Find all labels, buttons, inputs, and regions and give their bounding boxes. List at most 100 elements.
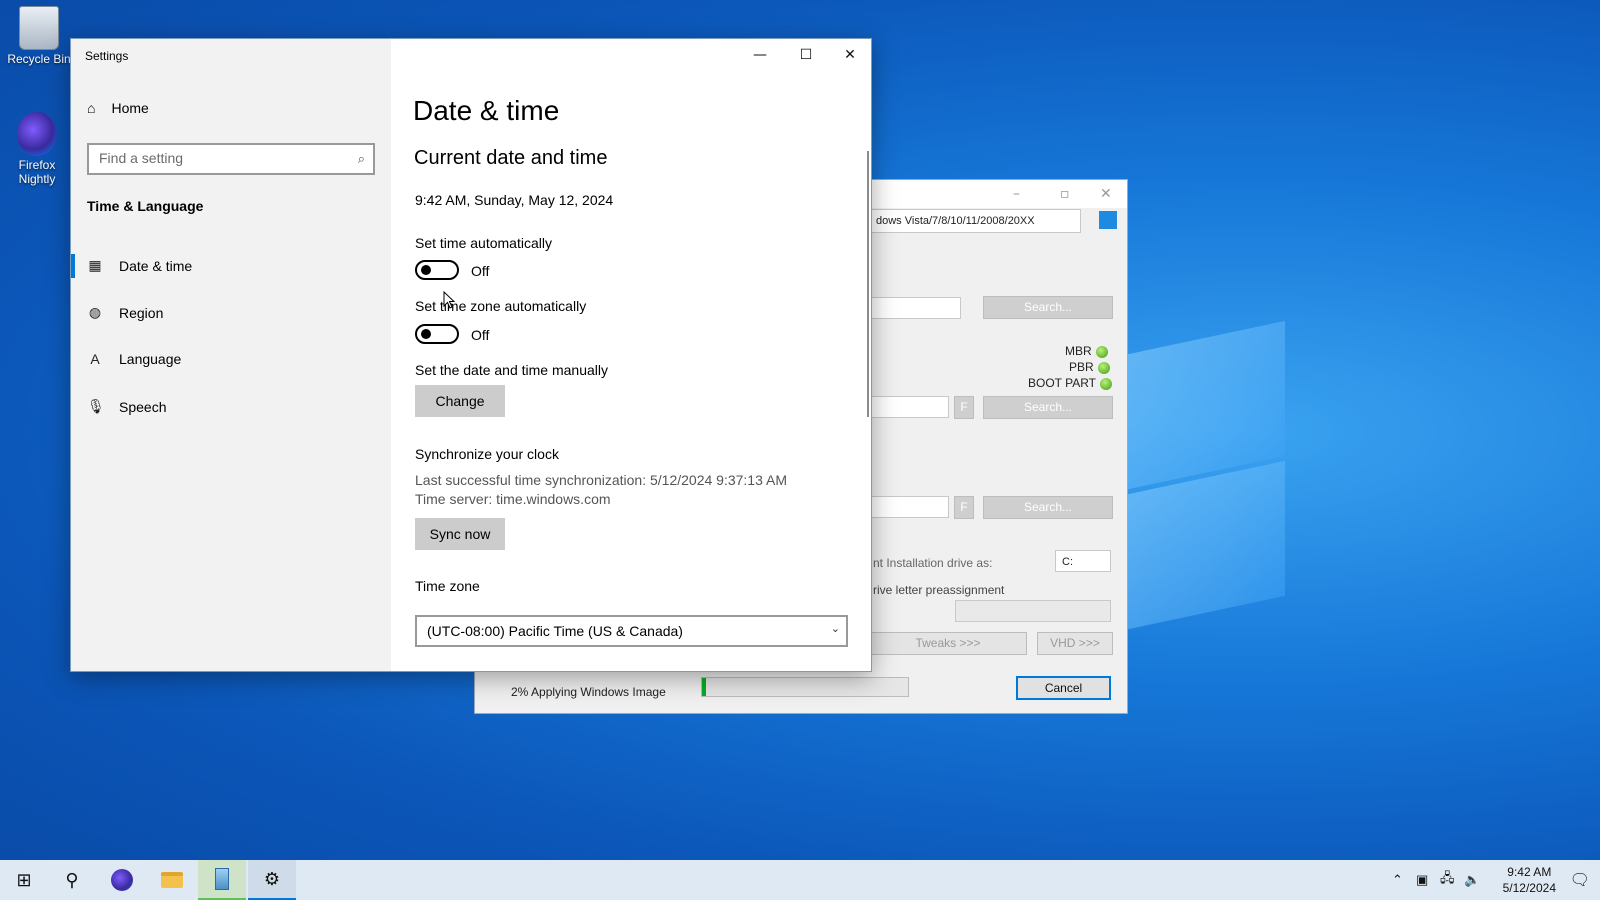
nav-item-label: Region <box>119 304 164 321</box>
desktop-icon-label: Recycle Bin <box>7 52 71 66</box>
tray-network[interactable]: 🖧 <box>1440 860 1455 900</box>
set-time-auto-state: Off <box>471 263 490 279</box>
calendar-clock-icon: ▦ <box>88 257 102 273</box>
nav-item-language[interactable]: A Language <box>87 351 181 367</box>
microphone-icon: 🎙 <box>87 398 105 414</box>
timezone-label: Time zone <box>415 578 480 594</box>
boot-part-label: BOOT PART <box>1028 376 1113 390</box>
taskbar-clock[interactable]: 9:42 AM 5/12/2024 <box>1503 864 1556 896</box>
sync-title: Synchronize your clock <box>415 446 559 462</box>
boot-part-status-icon <box>1100 377 1113 390</box>
drive-letter-select[interactable]: C: <box>1055 550 1111 572</box>
search-button-1[interactable]: Search... <box>983 296 1113 319</box>
taskbar-file-explorer[interactable] <box>148 860 196 900</box>
desktop-icon-recycle-bin[interactable]: Recycle Bin <box>2 6 76 66</box>
mbr-status-icon <box>1095 345 1108 358</box>
volume-muted-icon: 🔈 <box>1464 872 1481 887</box>
installer-cancel-button[interactable]: Cancel <box>1016 676 1111 700</box>
search-button-2[interactable]: Search... <box>983 396 1113 419</box>
format-button-2[interactable]: F <box>954 496 974 519</box>
nav-item-label: Date & time <box>119 257 193 274</box>
search-icon: ⚲ <box>65 869 79 890</box>
installer-maximize-button[interactable]: ▫ <box>1060 186 1070 202</box>
install-status-text: 2% Applying Windows Image <box>511 685 666 699</box>
nav-section-title: Time & Language <box>87 198 204 214</box>
set-tz-auto-state: Off <box>471 327 490 343</box>
edition-field[interactable]: dows Vista/7/8/10/11/2008/20XX <box>869 209 1081 233</box>
start-button[interactable]: ⊞ <box>0 860 48 900</box>
source-dropdown[interactable] <box>869 297 961 319</box>
language-icon: A <box>90 351 100 367</box>
find-setting-search[interactable]: Find a setting ⌕ <box>87 143 375 175</box>
action-center-button[interactable]: 🗨 <box>1570 870 1590 890</box>
desktop-icon-firefox-nightly[interactable]: Firefox Nightly <box>0 112 74 186</box>
sync-now-button[interactable]: Sync now <box>415 518 505 550</box>
time-server-text: Time server: time.windows.com <box>415 491 611 507</box>
windows-start-icon: ⊞ <box>16 869 32 890</box>
nav-item-speech[interactable]: 🎙 Speech <box>87 398 166 415</box>
boot-dropdown[interactable] <box>869 396 949 418</box>
search-placeholder: Find a setting <box>99 150 184 166</box>
search-button-3[interactable]: Search... <box>983 496 1113 519</box>
firefox-nightly-icon <box>111 869 133 891</box>
section-title: Current date and time <box>414 147 608 169</box>
installer-app-icon <box>215 868 229 890</box>
taskbar: ⊞ ⚲ ⚙ ⌃ ▣ 🖧 🔈 9:42 AM 5/12/2024 🗨 <box>0 860 1600 900</box>
globe-icon: ◍ <box>88 304 102 320</box>
change-button[interactable]: Change <box>415 385 505 417</box>
set-tz-auto-toggle[interactable] <box>415 324 459 344</box>
recycle-bin-icon <box>19 6 59 50</box>
format-button-1[interactable]: F <box>954 396 974 419</box>
search-icon: ⌕ <box>357 151 365 166</box>
progress-fill <box>702 678 707 696</box>
tray-volume[interactable]: 🔈 <box>1464 860 1480 900</box>
taskbar-search-button[interactable]: ⚲ <box>48 860 96 900</box>
taskbar-firefox[interactable] <box>98 860 146 900</box>
network-icon: 🖧 <box>1440 870 1455 885</box>
chevron-up-icon: ⌃ <box>1392 872 1403 887</box>
tweaks-button[interactable]: Tweaks >>> <box>869 632 1027 655</box>
timezone-select[interactable]: (UTC-08:00) Pacific Time (US & Canada) ⌄ <box>415 615 848 647</box>
window-title: Settings <box>85 49 129 63</box>
pbr-status-icon <box>1097 361 1110 374</box>
install-progress-bar <box>701 677 909 697</box>
mbr-label: MBR <box>1065 344 1108 358</box>
timezone-value: (UTC-08:00) Pacific Time (US & Canada) <box>427 623 683 639</box>
gear-icon: ⚙ <box>263 868 281 889</box>
folder-icon <box>161 872 183 888</box>
taskbar-installer-app[interactable] <box>198 860 246 900</box>
nav-selection-indicator <box>71 254 75 278</box>
nav-item-region[interactable]: ◍ Region <box>87 304 163 321</box>
nav-home[interactable]: ⌂ Home <box>87 100 149 116</box>
set-tz-auto-label: Set time zone automatically <box>415 298 587 314</box>
preassign-label: rive letter preassignment <box>873 583 1005 597</box>
pbr-label: PBR <box>1069 360 1110 374</box>
windows-flag-icon[interactable] <box>1099 211 1117 229</box>
set-time-auto-label: Set time automatically <box>415 235 552 251</box>
nav-item-label: Speech <box>119 398 167 415</box>
nav-home-label: Home <box>111 100 149 116</box>
preassign-dropdown[interactable] <box>955 600 1111 622</box>
windows-wallpaper-logo <box>1105 320 1285 635</box>
page-title: Date & time <box>413 95 560 126</box>
show-hidden-icons-button[interactable]: ⌃ <box>1392 860 1403 900</box>
manual-datetime-label: Set the date and time manually <box>415 362 609 378</box>
mount-drive-label: nt Installation drive as: <box>873 556 993 570</box>
nav-item-date-time[interactable]: ▦ Date & time <box>87 257 192 274</box>
tray-meet-now[interactable]: ▣ <box>1416 860 1428 900</box>
vhd-button[interactable]: VHD >>> <box>1037 632 1113 655</box>
current-datetime: 9:42 AM, Sunday, May 12, 2024 <box>415 192 614 208</box>
taskbar-settings[interactable]: ⚙ <box>248 860 296 900</box>
video-icon: ▣ <box>1416 872 1429 887</box>
nav-item-label: Language <box>119 351 182 367</box>
notification-icon: 🗨 <box>1569 872 1590 889</box>
chevron-down-icon: ⌄ <box>830 623 840 635</box>
content-scrollbar[interactable] <box>867 151 869 417</box>
firefox-nightly-icon <box>17 112 57 156</box>
clock-date: 5/12/2024 <box>1502 881 1556 895</box>
installer-minimize-button[interactable]: – <box>1013 186 1020 202</box>
desktop-icon-label: Firefox Nightly <box>18 158 56 186</box>
set-time-auto-toggle[interactable] <box>415 260 459 280</box>
installer-close-button[interactable]: ✕ <box>1100 186 1112 202</box>
install-dropdown[interactable] <box>869 496 949 518</box>
